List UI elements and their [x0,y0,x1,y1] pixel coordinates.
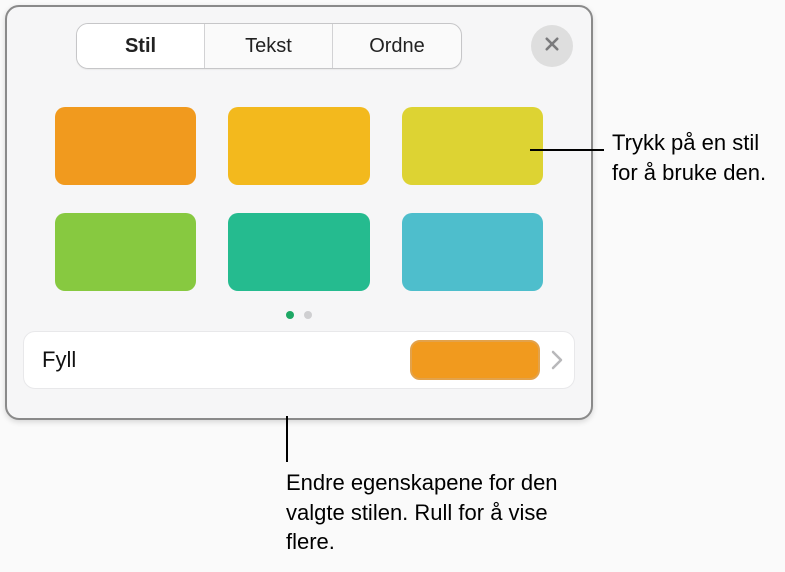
tab-tekst-label: Tekst [245,35,292,58]
style-swatch[interactable] [402,107,543,185]
fill-row[interactable]: Fyll [23,331,575,389]
tab-ordne[interactable]: Ordne [333,24,461,68]
format-panel: Stil Tekst Ordne [5,5,593,420]
callout-change-props: Endre egenskapene for den valgte stilen.… [286,468,576,557]
fill-label: Fyll [42,347,410,373]
style-swatch[interactable] [55,107,196,185]
callout-leader [286,416,288,462]
close-button[interactable] [531,25,573,67]
style-swatch[interactable] [228,107,369,185]
callout-leader [530,149,604,151]
tab-ordne-label: Ordne [369,35,425,58]
tab-stil[interactable]: Stil [77,24,205,68]
panel-header: Stil Tekst Ordne [7,7,591,69]
tab-bar: Stil Tekst Ordne [76,23,462,69]
page-dot [304,311,312,319]
page-indicator[interactable] [7,301,591,325]
callout-tap-style: Trykk på en stil for å bruke den. [612,128,780,187]
chevron-right-icon [550,350,564,370]
style-swatches [7,69,591,301]
style-swatch[interactable] [402,213,543,291]
tab-tekst[interactable]: Tekst [205,24,333,68]
page-dot [286,311,294,319]
style-swatch[interactable] [228,213,369,291]
fill-color-preview [410,340,540,380]
tab-stil-label: Stil [125,35,156,58]
close-icon [543,35,561,58]
style-swatch[interactable] [55,213,196,291]
